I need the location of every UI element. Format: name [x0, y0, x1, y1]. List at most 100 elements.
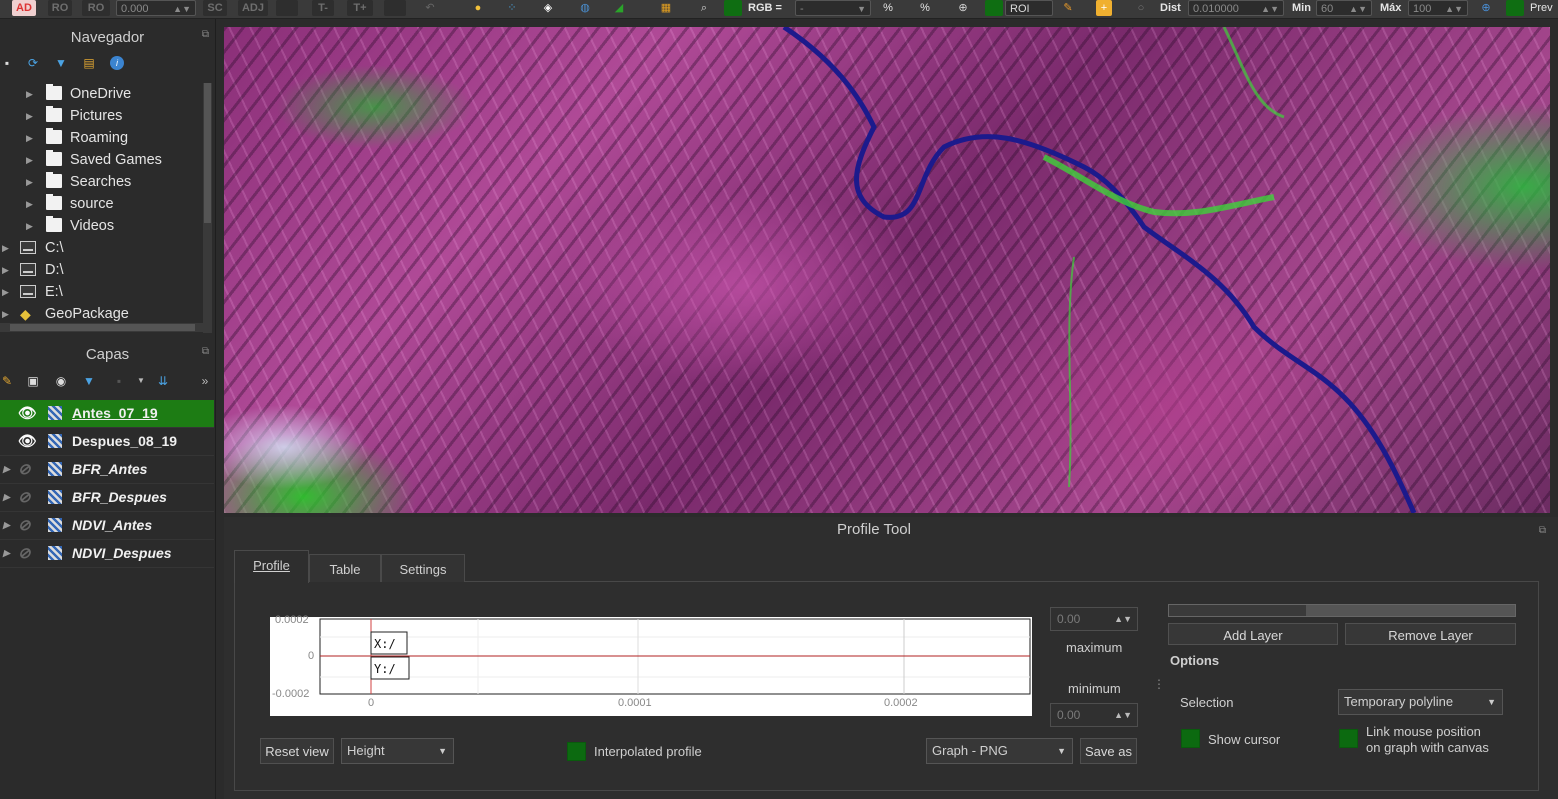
export-format-combo[interactable]: Graph - PNG ▼	[926, 738, 1073, 764]
chevron-right-icon[interactable]: ▶	[26, 193, 33, 215]
visibility-icon[interactable]: ◉	[54, 374, 68, 388]
eye-hidden-icon[interactable]: ⊘	[18, 490, 31, 505]
raster-icon[interactable]: ▦	[658, 0, 674, 16]
chevron-right-icon[interactable]: ▶	[2, 259, 9, 281]
selection-combo[interactable]: Temporary polyline ▼	[1338, 689, 1503, 715]
chevron-right-icon[interactable]: ▶	[26, 171, 33, 193]
globe-icon[interactable]: ◍	[577, 0, 593, 16]
reset-view-button[interactable]: Reset view	[260, 738, 334, 764]
tab-table[interactable]: Table	[309, 554, 381, 582]
filter-icon[interactable]: ▼	[54, 56, 68, 70]
tree-item-drive-d[interactable]: ▶ D:\	[0, 259, 200, 281]
chevron-right-icon[interactable]: ▶	[2, 303, 9, 325]
tree-item-saved-games[interactable]: ▶ Saved Games	[0, 149, 200, 171]
dist-spinbox[interactable]: 0.010000 ▲▼	[1188, 0, 1284, 16]
chevron-right-icon[interactable]: ▶	[3, 540, 10, 567]
tree-item-drive-c[interactable]: ▶ C:\	[0, 237, 200, 259]
eye-hidden-icon[interactable]: ⊘	[18, 518, 31, 533]
eye-hidden-icon[interactable]: ⊘	[18, 462, 31, 477]
zoom-icon[interactable]: ⌕	[696, 0, 712, 16]
tree-item-videos[interactable]: ▶ Videos	[0, 215, 200, 237]
chevron-right-icon[interactable]: ▶	[26, 215, 33, 237]
zoom-plus-icon[interactable]: ⊕	[955, 0, 971, 16]
eye-icon[interactable]: 👁	[18, 434, 37, 449]
eye-icon[interactable]: 👁	[18, 406, 37, 421]
chevron-right-icon[interactable]: ▶	[2, 281, 9, 303]
chevron-right-icon[interactable]: ▶	[26, 149, 33, 171]
expression-icon[interactable]: ▪	[112, 374, 126, 388]
tab-profile[interactable]: Profile	[234, 550, 309, 583]
add-icon[interactable]: ⊕	[1478, 0, 1494, 16]
link-mouse-checkbox[interactable]	[1339, 729, 1358, 748]
save-as-button[interactable]: Save as	[1080, 738, 1137, 764]
collapse-icon[interactable]: ▤	[82, 56, 96, 70]
tab-settings[interactable]: Settings	[381, 554, 465, 582]
chevron-right-icon[interactable]: ▶	[26, 127, 33, 149]
navigator-scrollbar[interactable]	[203, 83, 212, 333]
expand-icon[interactable]: ⇊	[156, 374, 170, 388]
roi-checkbox[interactable]	[985, 0, 1003, 16]
map-canvas[interactable]	[224, 27, 1550, 513]
layer-row-antes[interactable]: 👁 Antes_07_19	[0, 400, 214, 428]
points-icon[interactable]: ⁘	[504, 0, 520, 16]
maximum-spinbox[interactable]: 0.00 ▲▼	[1050, 607, 1138, 631]
chevron-right-icon[interactable]: ▶	[2, 237, 9, 259]
rgb-combo[interactable]: - ▼	[795, 0, 871, 16]
height-combo[interactable]: Height ▼	[341, 738, 454, 764]
profile-graph[interactable]: 0.0002 0 -0.0002 0 0.0001 0.0002 X:/ Y:/	[270, 614, 1032, 716]
min-spinbox[interactable]: 60 ▲▼	[1316, 0, 1372, 16]
chevron-right-icon[interactable]: ▶	[3, 456, 10, 483]
preview-checkbox[interactable]	[1506, 0, 1524, 16]
chevron-right-icon[interactable]: ▶	[26, 83, 33, 105]
chevron-right-icon[interactable]: ▶	[3, 512, 10, 539]
undock-icon[interactable]: ⧉	[1539, 525, 1546, 536]
draw-icon[interactable]: ✎	[1060, 0, 1076, 16]
add-icon[interactable]: ▪	[0, 56, 14, 70]
add-roi-icon[interactable]: +	[1096, 0, 1112, 16]
t-minus-button[interactable]: T-	[312, 0, 334, 16]
tree-item-pictures[interactable]: ▶ Pictures	[0, 105, 200, 127]
remove-layer-button[interactable]: Remove Layer	[1345, 623, 1516, 645]
more-icon[interactable]: »	[198, 374, 212, 388]
max-spinbox[interactable]: 100 ▲▼	[1408, 0, 1468, 16]
value-spinbox[interactable]: 0.000 ▲▼	[116, 0, 196, 16]
layer-row-bfr-antes[interactable]: ▶ ⊘ BFR_Antes	[0, 456, 214, 484]
filter-icon[interactable]: ▼	[82, 374, 96, 388]
layer-row-bfr-despues[interactable]: ▶ ⊘ BFR_Despues	[0, 484, 214, 512]
no-percent-icon[interactable]: %	[917, 0, 933, 16]
style-icon[interactable]: ✎	[0, 374, 14, 388]
t-plus-button[interactable]: T+	[347, 0, 373, 16]
tool-icon[interactable]: ◈	[540, 0, 556, 16]
percent-icon[interactable]: %	[880, 0, 896, 16]
info-icon[interactable]: i	[110, 56, 124, 70]
layer-row-ndvi-antes[interactable]: ▶ ⊘ NDVI_Antes	[0, 512, 214, 540]
tree-item-geopackage[interactable]: ▶ ◆ GeoPackage	[0, 303, 200, 325]
undock-icon[interactable]: ⧉	[202, 29, 209, 40]
show-cursor-checkbox[interactable]	[1181, 729, 1200, 748]
rgb-checkbox[interactable]	[724, 0, 742, 16]
python-icon[interactable]: ●	[470, 0, 486, 16]
tree-item-onedrive[interactable]: ▶ OneDrive	[0, 83, 200, 105]
refresh-icon[interactable]: ⟳	[26, 56, 40, 70]
terrain-icon[interactable]: ◢	[611, 0, 627, 16]
add-layer-button[interactable]: Add Layer	[1168, 623, 1338, 645]
add-group-icon[interactable]: ▣	[26, 374, 40, 388]
roi-field[interactable]: ROI	[1005, 0, 1053, 16]
tree-item-source[interactable]: ▶ source	[0, 193, 200, 215]
undo-icon[interactable]: ↶	[422, 0, 438, 16]
navigator-hscrollbar[interactable]	[0, 323, 203, 332]
chevron-down-icon[interactable]: ▼	[134, 374, 148, 388]
layer-row-despues[interactable]: 👁 Despues_08_19	[0, 428, 214, 456]
undock-icon[interactable]: ⧉	[202, 346, 209, 357]
layer-row-ndvi-despues[interactable]: ▶ ⊘ NDVI_Despues	[0, 540, 214, 568]
interpolated-checkbox[interactable]	[567, 742, 586, 761]
chevron-right-icon[interactable]: ▶	[26, 105, 33, 127]
minimum-spinbox[interactable]: 0.00 ▲▼	[1050, 703, 1138, 727]
blank-button[interactable]	[276, 0, 298, 16]
ro-disabled-button[interactable]: RO	[48, 0, 72, 16]
tree-item-roaming[interactable]: ▶ Roaming	[0, 127, 200, 149]
ro-button[interactable]: RO	[82, 0, 110, 16]
scroll-thumb[interactable]	[204, 83, 211, 223]
scroll-thumb[interactable]	[10, 324, 195, 331]
splitter-handle[interactable]: ⋮	[1153, 677, 1165, 691]
